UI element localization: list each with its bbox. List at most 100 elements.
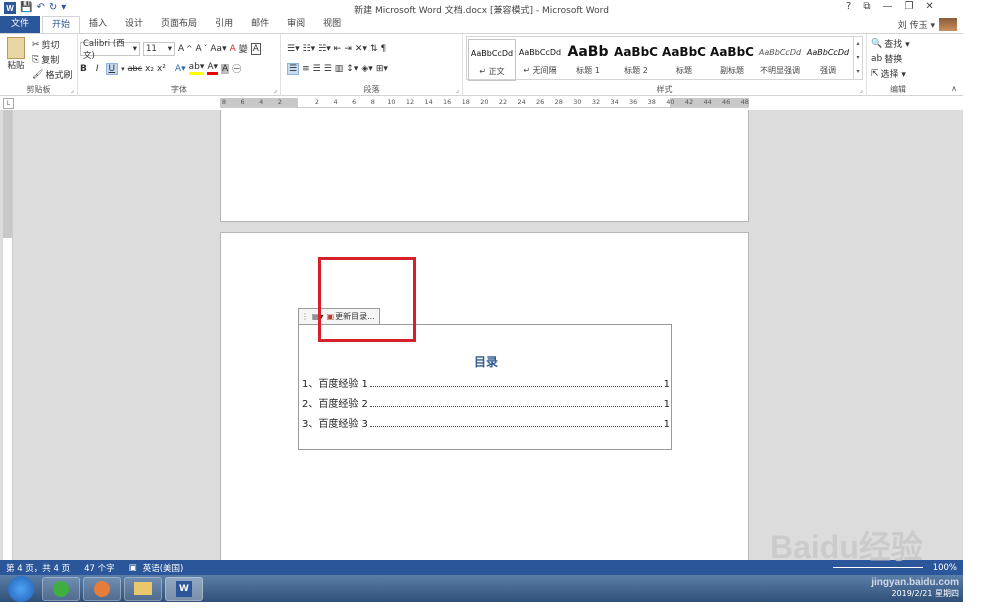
- shading-icon[interactable]: ◈▾: [361, 64, 372, 74]
- text-effects-icon[interactable]: A▾: [175, 64, 186, 74]
- tab-review[interactable]: 审阅: [278, 16, 314, 33]
- language[interactable]: 英语(美国): [143, 562, 184, 574]
- justify-icon[interactable]: ☰: [324, 64, 332, 74]
- align-right-icon[interactable]: ☰: [313, 64, 321, 74]
- style-heading-2[interactable]: AaBbC 标题 2: [612, 39, 660, 81]
- line-spacing-icon[interactable]: ↕▾: [346, 64, 358, 74]
- style-subtitle[interactable]: AaBbC 副标题: [708, 39, 756, 81]
- enclose-char-icon[interactable]: ㊀: [232, 62, 241, 75]
- show-marks-icon[interactable]: ¶: [380, 44, 386, 54]
- taskbar-app-word[interactable]: W: [165, 576, 203, 601]
- style-normal[interactable]: AaBbCcDd ↵ 正文: [468, 39, 516, 81]
- chevron-up-icon[interactable]: ▴: [854, 37, 862, 51]
- dialog-launcher-icon[interactable]: ⌟: [71, 86, 74, 94]
- select-button[interactable]: ⇱ 选择 ▾: [871, 67, 906, 81]
- style-title[interactable]: AaBbC 标题: [660, 39, 708, 81]
- vertical-ruler[interactable]: [3, 110, 13, 560]
- taskbar-app-browser[interactable]: [42, 576, 80, 601]
- underline-dropdown-icon[interactable]: ▾: [121, 65, 125, 73]
- borders-icon[interactable]: ⊞▾: [376, 64, 388, 74]
- word-app-icon[interactable]: W: [4, 2, 16, 14]
- cut-button[interactable]: ✂ 剪切: [32, 38, 60, 52]
- horizontal-ruler[interactable]: 8 6 4 2 2 4 6 8 10 12 14 16 18 20 22 24 26 28 30 32 34 36 38 40…: [220, 98, 749, 108]
- change-case-icon[interactable]: Aa▾: [210, 44, 226, 54]
- style-subtle-emphasis[interactable]: AaBbCcDd 不明显强调: [756, 39, 804, 81]
- dialog-launcher-icon[interactable]: ⌟: [860, 86, 863, 94]
- tab-references[interactable]: 引用: [206, 16, 242, 33]
- taskbar-app-explorer[interactable]: [124, 576, 162, 601]
- taskbar-app-media[interactable]: [83, 576, 121, 601]
- start-button[interactable]: [8, 575, 34, 602]
- format-painter-button[interactable]: 🖌 格式刷: [32, 68, 72, 82]
- bullets-icon[interactable]: ☰▾: [287, 44, 300, 54]
- tab-design[interactable]: 设计: [116, 16, 152, 33]
- help-button[interactable]: ?: [846, 1, 851, 12]
- tab-mailings[interactable]: 邮件: [242, 16, 278, 33]
- collapse-ribbon-icon[interactable]: ∧: [951, 84, 957, 93]
- style-emphasis[interactable]: AaBbCcDd 强调: [804, 39, 852, 81]
- ribbon-display-button[interactable]: ⧉: [863, 1, 870, 12]
- toc-entry[interactable]: 2、百度经验 2 1: [302, 395, 670, 410]
- tab-home[interactable]: 开始: [42, 16, 81, 33]
- numbering-icon[interactable]: ☷▾: [303, 44, 316, 54]
- save-icon[interactable]: 💾: [20, 2, 32, 14]
- copy-button[interactable]: ⎘ 复制: [32, 53, 59, 67]
- shrink-font-icon[interactable]: Aˇ: [195, 44, 207, 54]
- toc-entry[interactable]: 3、百度经验 3 1: [302, 415, 670, 430]
- paste-button[interactable]: 粘贴: [4, 37, 28, 71]
- find-button[interactable]: 🔍 查找 ▾: [871, 37, 910, 51]
- char-border-icon[interactable]: A: [250, 42, 261, 55]
- align-center-icon[interactable]: ≡: [302, 64, 310, 74]
- tab-view[interactable]: 视图: [314, 16, 350, 33]
- dialog-launcher-icon[interactable]: ⌟: [274, 86, 277, 94]
- font-name-select[interactable]: Calibri (西文) ▾: [80, 39, 140, 61]
- tab-file[interactable]: 文件: [0, 16, 40, 33]
- tab-page-layout[interactable]: 页面布局: [152, 16, 206, 33]
- font-size-select[interactable]: 11 ▾: [143, 41, 175, 56]
- more-styles-icon[interactable]: ▾: [854, 65, 862, 79]
- align-left-icon[interactable]: ☰: [287, 62, 300, 75]
- multilevel-list-icon[interactable]: ☵▾: [318, 44, 331, 54]
- page-count[interactable]: 第 4 页，共 4 页: [6, 562, 70, 574]
- close-button[interactable]: ✕: [925, 1, 933, 12]
- toc-entry[interactable]: 1、百度经验 1 1: [302, 375, 670, 390]
- tab-insert[interactable]: 插入: [80, 16, 116, 33]
- grow-font-icon[interactable]: A ^: [178, 44, 192, 54]
- proofing-icon[interactable]: ▣: [129, 563, 137, 573]
- restore-button[interactable]: ❐: [904, 1, 913, 12]
- style-no-spacing[interactable]: AaBbCcDd ↵ 无间隔: [516, 39, 564, 81]
- bold-button[interactable]: B: [80, 64, 87, 74]
- chevron-down-icon[interactable]: ▾: [854, 51, 862, 65]
- strikethrough-button[interactable]: abc: [128, 64, 142, 73]
- drag-handle-icon[interactable]: ⋮: [301, 312, 309, 321]
- user-account[interactable]: 刘 传玉 ▾: [898, 16, 957, 33]
- replace-button[interactable]: ab 替换: [871, 52, 902, 66]
- chinese-layout-icon[interactable]: ✕▾: [355, 44, 367, 54]
- page-3[interactable]: [220, 110, 749, 222]
- clear-format-icon[interactable]: A: [230, 44, 236, 54]
- highlight-icon[interactable]: ab▾: [188, 62, 205, 75]
- font-color-icon[interactable]: A▾: [207, 62, 219, 75]
- subscript-button[interactable]: x₂: [145, 64, 154, 74]
- undo-icon[interactable]: ↶: [36, 2, 44, 14]
- word-count[interactable]: 47 个字: [84, 562, 115, 574]
- style-heading-1[interactable]: AaBb 标题 1: [564, 39, 612, 81]
- minimize-button[interactable]: —: [882, 1, 892, 12]
- toc-content-control[interactable]: 目录 1、百度经验 1 1 2、百度经验 2 1 3、百度经验 3 1: [298, 324, 672, 450]
- clock-date[interactable]: 2019/2/21 星期四: [871, 588, 959, 599]
- zoom-level[interactable]: 100%: [933, 563, 957, 573]
- customize-qat-icon[interactable]: ▾: [61, 2, 66, 14]
- decrease-indent-icon[interactable]: ⇤: [334, 44, 342, 54]
- italic-button[interactable]: I: [96, 64, 99, 74]
- underline-button[interactable]: U: [105, 62, 119, 75]
- styles-scroll[interactable]: ▴ ▾ ▾: [853, 36, 863, 80]
- dialog-launcher-icon[interactable]: ⌟: [456, 86, 459, 94]
- increase-indent-icon[interactable]: ⇥: [344, 44, 352, 54]
- distributed-icon[interactable]: ▥: [335, 64, 344, 74]
- sort-icon[interactable]: ⇅: [370, 44, 378, 54]
- tab-selector[interactable]: L: [3, 98, 14, 109]
- phonetic-guide-icon[interactable]: 變: [239, 42, 248, 55]
- char-shading-icon[interactable]: A: [221, 63, 230, 74]
- redo-icon[interactable]: ↻: [49, 2, 57, 14]
- superscript-button[interactable]: x²: [157, 64, 166, 74]
